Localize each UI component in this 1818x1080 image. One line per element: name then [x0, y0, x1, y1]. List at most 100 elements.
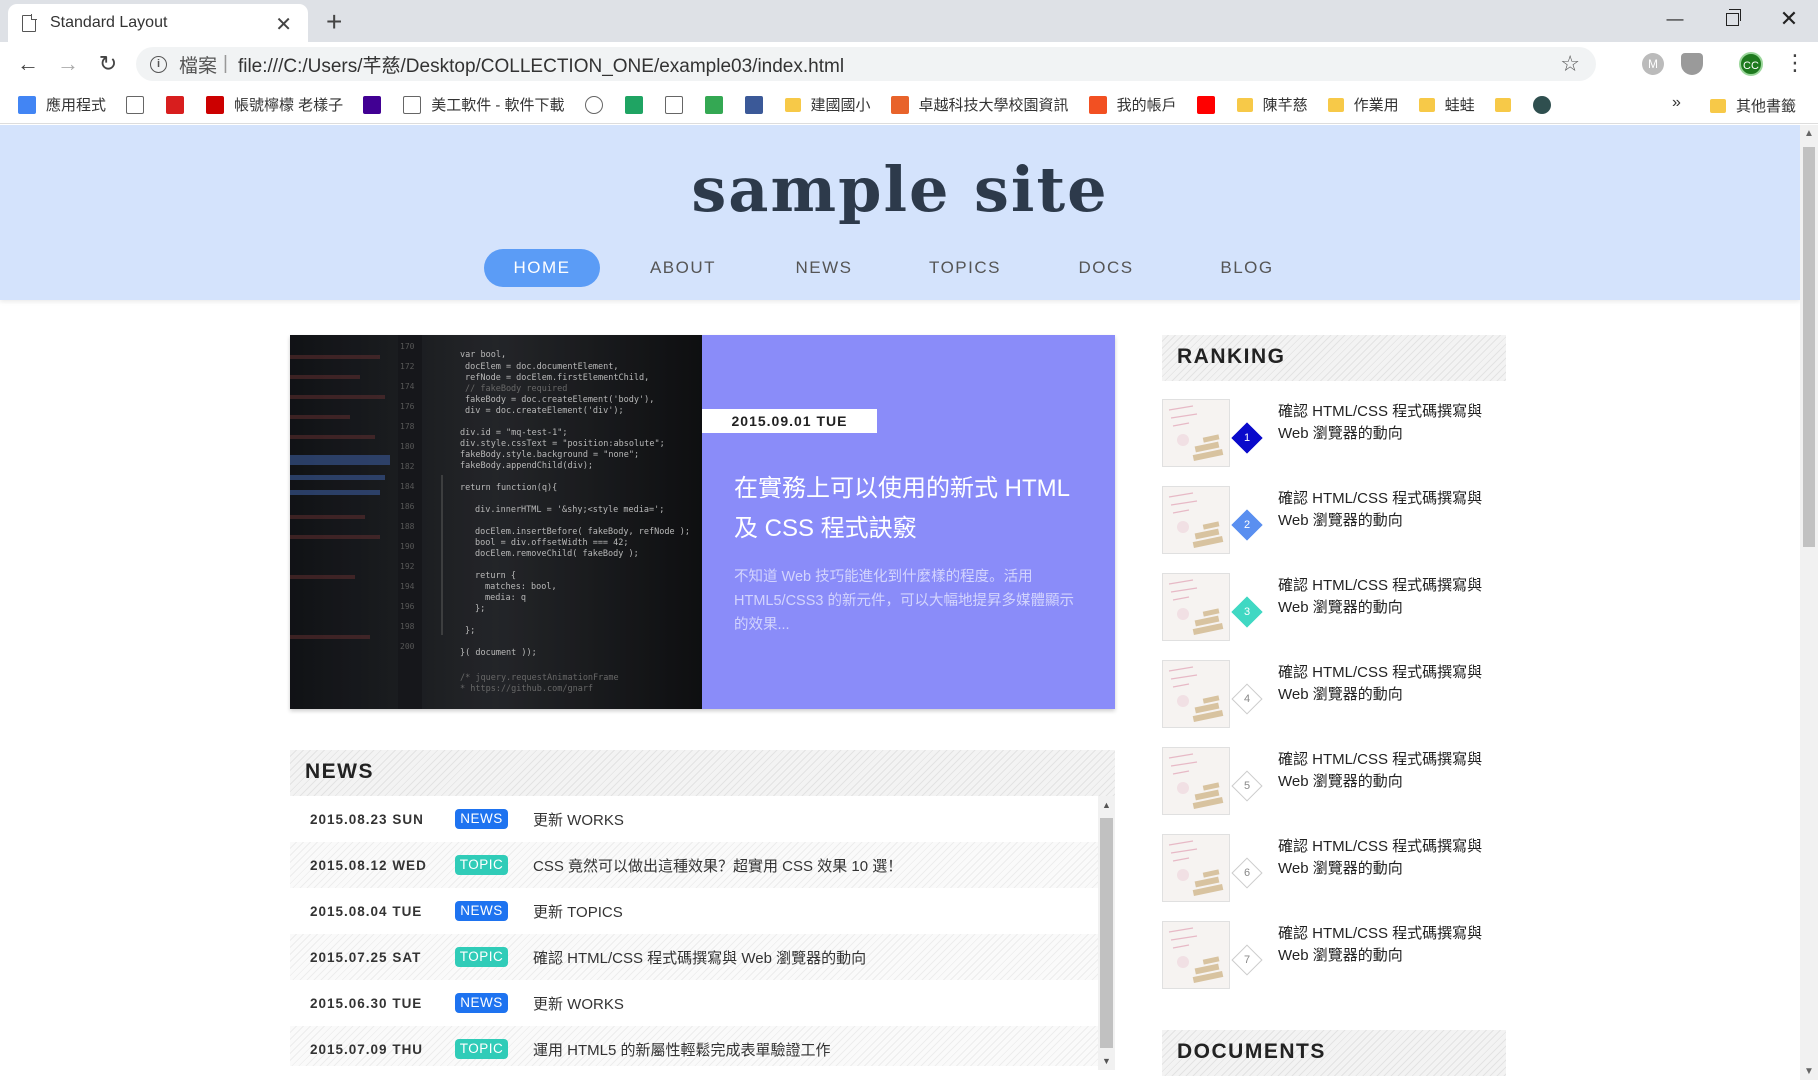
bookmark-star-icon[interactable]: ☆ — [1560, 51, 1580, 77]
reload-button[interactable]: ↻ — [94, 50, 122, 78]
bookmark-item[interactable] — [1532, 95, 1561, 114]
news-scrollbar[interactable]: ▲ ▼ — [1098, 796, 1115, 1070]
page-scroll-up-icon[interactable]: ▲ — [1804, 128, 1814, 139]
news-list[interactable]: 2015.08.23 SUN NEWS 更新 WORKS 2015.08.12 WED… — [290, 796, 1098, 1066]
ranking-thumbnail — [1162, 660, 1230, 728]
nav-docs[interactable]: DOCS — [1048, 249, 1164, 287]
featured-article[interactable]: 170 172 174 176 178 180 182 184 186 188 190 192 1… — [290, 335, 1115, 709]
ranking-item[interactable]: 7 確認 HTML/CSS 程式碼撰寫與 Web 瀏覽器的動向 — [1162, 921, 1506, 1008]
ranking-title[interactable]: 確認 HTML/CSS 程式碼撰寫與 Web 瀏覽器的動向 — [1278, 575, 1498, 619]
ranking-title[interactable]: 確認 HTML/CSS 程式碼撰寫與 Web 瀏覽器的動向 — [1278, 749, 1498, 793]
rank-badge: 4 — [1231, 683, 1263, 715]
news-row[interactable]: 2015.07.25 SAT TOPIC 確認 HTML/CSS 程式碼撰寫與 We… — [290, 934, 1098, 980]
ranking-item[interactable]: 3 確認 HTML/CSS 程式碼撰寫與 Web 瀏覽器的動向 — [1162, 573, 1506, 660]
address-bar[interactable]: i 檔案 | file:///C:/Users/芊慈/Desktop/COLLE… — [136, 47, 1596, 81]
ranking-item[interactable]: 6 確認 HTML/CSS 程式碼撰寫與 Web 瀏覽器的動向 — [1162, 834, 1506, 921]
news-heading: NEWS — [290, 750, 1115, 796]
bookmark-item[interactable]: 卓越科技大學校園資訊 — [890, 94, 1069, 115]
rank-badge: 1 — [1231, 422, 1263, 454]
nav-home[interactable]: HOME — [484, 249, 600, 287]
ranking-title[interactable]: 確認 HTML/CSS 程式碼撰寫與 Web 瀏覽器的動向 — [1278, 488, 1498, 532]
ranking-thumbnail — [1162, 834, 1230, 902]
bookmark-item[interactable]: 蛙蛙 — [1418, 94, 1475, 115]
news-row[interactable]: 2015.08.23 SUN NEWS 更新 WORKS — [290, 796, 1098, 842]
bookmark-item[interactable]: 建國國小 — [784, 94, 871, 115]
bookmark-item[interactable] — [1196, 95, 1225, 114]
bookmark-item[interactable] — [744, 95, 773, 114]
extension-m-icon[interactable]: M — [1642, 53, 1664, 75]
ranking-title[interactable]: 確認 HTML/CSS 程式碼撰寫與 Web 瀏覽器的動向 — [1278, 662, 1498, 706]
info-icon[interactable]: i — [150, 55, 167, 73]
window-close-button[interactable]: ✕ — [1760, 0, 1818, 38]
news-scroll-thumb[interactable] — [1100, 818, 1113, 1048]
ranking-title[interactable]: 確認 HTML/CSS 程式碼撰寫與 Web 瀏覽器的動向 — [1278, 401, 1498, 445]
news-row[interactable]: 2015.08.12 WED TOPIC CSS 竟然可以做出這種效果？超實用 CS… — [290, 842, 1098, 888]
bookmark-item[interactable] — [126, 95, 154, 114]
news-link[interactable]: 更新 WORKS — [533, 809, 624, 830]
back-button[interactable]: ← — [14, 50, 42, 78]
news-row[interactable]: 2015.07.09 THU TOPIC 運用 HTML5 的新屬性輕鬆完成表單驗證… — [290, 1026, 1098, 1066]
bookmark-item[interactable] — [624, 95, 653, 114]
menu-kebab-icon[interactable]: ⋮ — [1784, 50, 1806, 76]
news-section: NEWS 2015.08.23 SUN NEWS 更新 WORKS 2015.08.1… — [290, 750, 1115, 1080]
bookmark-item[interactable] — [584, 95, 613, 114]
new-tab-button[interactable]: + — [326, 6, 342, 38]
forward-button[interactable]: → — [54, 50, 82, 78]
ranking-heading: RANKING — [1162, 335, 1506, 381]
rank-number: 3 — [1243, 606, 1251, 618]
bookmarks-bar: 應用程式 帳號檸檬 老樣子 美工軟件 - 軟件下載 建國國小 卓越科技大學校園資訊 我的帳… — [0, 86, 1818, 124]
news-row[interactable]: 2015.08.04 TUE NEWS 更新 TOPICS — [290, 888, 1098, 934]
nav-blog[interactable]: BLOG — [1189, 249, 1305, 287]
folder-icon — [1710, 98, 1726, 113]
bookmark-item[interactable] — [704, 95, 733, 114]
bookmark-item[interactable]: 作業用 — [1327, 94, 1399, 115]
featured-description: 不知道 Web 技巧能進化到什麼樣的程度。活用 HTML5/CSS3 的新元件，… — [734, 569, 1074, 633]
page-scroll-down-icon[interactable]: ▼ — [1804, 1066, 1814, 1077]
nav-topics[interactable]: TOPICS — [907, 249, 1023, 287]
facebook-icon — [744, 95, 763, 114]
news-link[interactable]: 更新 WORKS — [533, 993, 624, 1014]
news-link[interactable]: 更新 TOPICS — [533, 901, 623, 922]
news-row[interactable]: 2015.06.30 TUE NEWS 更新 WORKS — [290, 980, 1098, 1026]
bookmark-item[interactable]: 美工軟件 - 軟件下載 — [403, 94, 565, 115]
bookmarks-overflow-button[interactable]: » — [1672, 94, 1681, 112]
bookmark-item[interactable] — [363, 95, 391, 114]
ranking-title[interactable]: 確認 HTML/CSS 程式碼撰寫與 Web 瀏覽器的動向 — [1278, 923, 1498, 967]
url-text[interactable]: file:///C:/Users/芊慈/Desktop/COLLECTION_O… — [238, 51, 844, 78]
ranking-item[interactable]: 5 確認 HTML/CSS 程式碼撰寫與 Web 瀏覽器的動向 — [1162, 747, 1506, 834]
ranking-item[interactable]: 1 確認 HTML/CSS 程式碼撰寫與 Web 瀏覽器的動向 — [1162, 399, 1506, 486]
news-tag-badge: TOPIC — [455, 855, 508, 875]
news-link[interactable]: 運用 HTML5 的新屬性輕鬆完成表單驗證工作 — [533, 1039, 831, 1060]
bookmark-item[interactable]: 我的帳戶 — [1088, 94, 1177, 115]
ranking-thumbnail — [1162, 399, 1230, 467]
scroll-down-icon[interactable]: ▼ — [1102, 1056, 1111, 1066]
extension-shield-icon[interactable] — [1681, 53, 1703, 75]
profile-avatar[interactable]: CC — [1739, 52, 1763, 76]
news-link[interactable]: 確認 HTML/CSS 程式碼撰寫與 Web 瀏覽器的動向 — [533, 947, 866, 968]
page-scrollbar[interactable]: ▲ ▼ — [1800, 125, 1818, 1080]
site-logo[interactable]: sample site — [0, 153, 1800, 226]
nav-news[interactable]: NEWS — [766, 249, 882, 287]
nav-about[interactable]: ABOUT — [625, 249, 741, 287]
bookmark-item[interactable]: 應用程式 — [18, 94, 106, 115]
bookmark-item[interactable] — [166, 95, 194, 114]
tab-close-icon[interactable]: ✕ — [275, 12, 292, 37]
ranking-item[interactable]: 2 確認 HTML/CSS 程式碼撰寫與 Web 瀏覽器的動向 — [1162, 486, 1506, 573]
bookmark-item[interactable]: 陳芊慈 — [1236, 94, 1308, 115]
bookmark-item[interactable] — [1494, 97, 1521, 112]
ranking-item[interactable]: 4 確認 HTML/CSS 程式碼撰寫與 Web 瀏覽器的動向 — [1162, 660, 1506, 747]
ranking-thumbnail — [1162, 573, 1230, 641]
window-minimize-button[interactable]: — — [1646, 0, 1704, 38]
scroll-up-icon[interactable]: ▲ — [1102, 800, 1111, 810]
page-icon — [126, 95, 145, 114]
other-bookmarks-button[interactable]: 其他書籤 — [1710, 95, 1796, 116]
featured-title[interactable]: 在實務上可以使用的新式 HTML 及 CSS 程式訣竅 — [734, 469, 1094, 549]
news-link[interactable]: CSS 竟然可以做出這種效果？超實用 CSS 效果 10 選！ — [533, 855, 902, 876]
browser-tab[interactable]: Standard Layout ✕ — [8, 4, 308, 42]
bookmark-item[interactable]: 帳號檸檬 老樣子 — [206, 94, 343, 115]
other-bookmarks-label: 其他書籤 — [1736, 98, 1797, 115]
page-scroll-thumb[interactable] — [1803, 147, 1815, 547]
window-restore-button[interactable] — [1703, 0, 1761, 38]
ranking-title[interactable]: 確認 HTML/CSS 程式碼撰寫與 Web 瀏覽器的動向 — [1278, 836, 1498, 880]
bookmark-item[interactable] — [664, 95, 693, 114]
